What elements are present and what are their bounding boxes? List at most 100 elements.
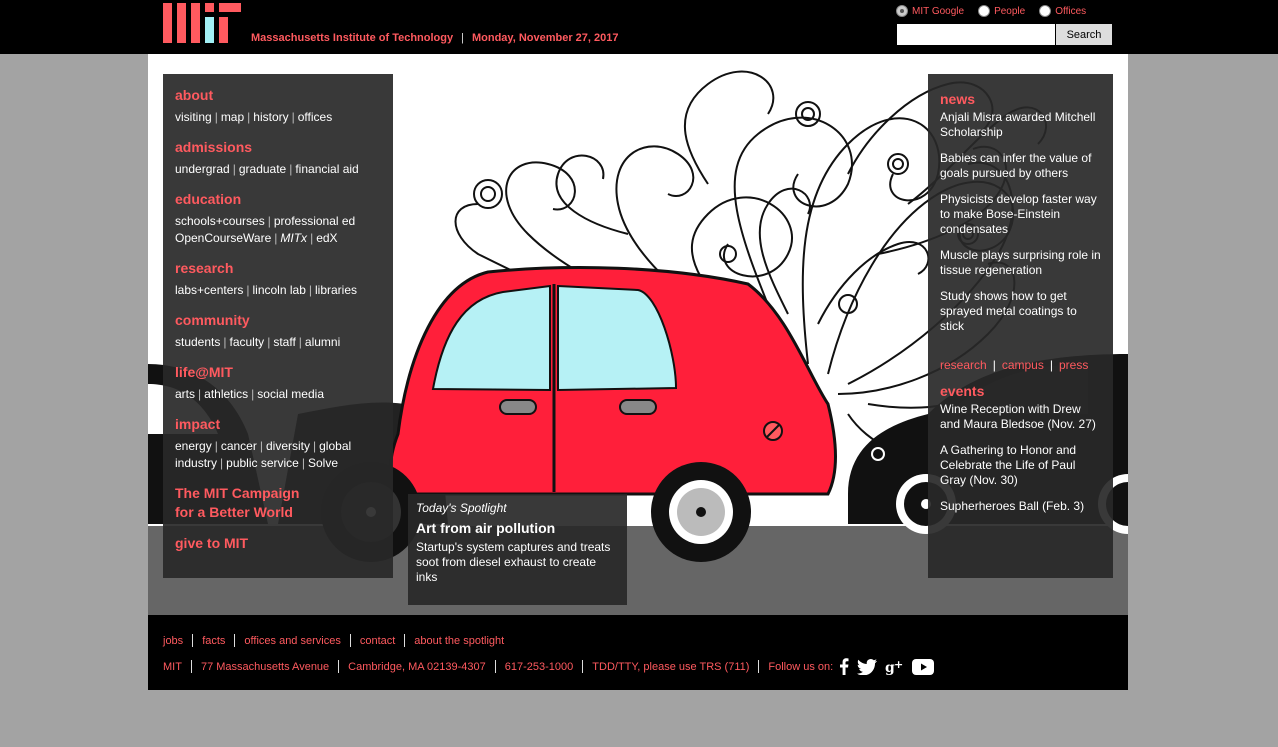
- nav-link-professional-ed[interactable]: professional ed: [274, 214, 355, 228]
- nav-link-staff[interactable]: staff: [273, 335, 295, 349]
- facebook-icon[interactable]: [839, 658, 849, 675]
- footer-follow-label: Follow us on:: [768, 660, 834, 673]
- nav-section-life-at-mit: life@MIT arts | athletics | social media: [175, 364, 324, 401]
- radio-people[interactable]: [978, 5, 991, 17]
- nav-link-lincoln-lab[interactable]: lincoln lab: [253, 283, 306, 297]
- spotlight-caption[interactable]: Today's Spotlight Art from air pollution…: [408, 494, 627, 605]
- news-item[interactable]: Babies can infer the value of goals purs…: [940, 151, 1101, 181]
- event-item[interactable]: A Gathering to Honor and Celebrate the L…: [940, 443, 1101, 488]
- news-link-press[interactable]: press: [1059, 358, 1088, 372]
- footer-link-facts[interactable]: facts: [202, 635, 225, 647]
- nav-admissions[interactable]: admissions: [175, 139, 252, 155]
- news-category-links: research | campus | press: [940, 358, 1089, 372]
- nav-link-alumni[interactable]: alumni: [305, 335, 340, 349]
- spotlight-description: Startup's system captures and treats soo…: [416, 540, 611, 584]
- nav-link-energy[interactable]: energy: [175, 439, 212, 453]
- campaign-link[interactable]: The MIT Campaign for a Better World: [175, 484, 381, 522]
- twitter-icon[interactable]: [857, 658, 878, 675]
- footer-tdd: TDD/TTY, please use TRS (711): [592, 660, 750, 673]
- footer-link-about-spotlight[interactable]: about the spotlight: [414, 635, 504, 647]
- nav-life-at-mit[interactable]: life@MIT: [175, 364, 233, 380]
- search-scope-options: MIT Google People Offices: [896, 3, 1116, 19]
- current-date: Monday, November 27, 2017: [471, 32, 619, 44]
- news-events-panel: news Anjali Misra awarded Mitchell Schol…: [928, 74, 1113, 578]
- nav-about-links: visiting | map | history | offices: [175, 110, 333, 124]
- nav-link-faculty[interactable]: faculty: [230, 335, 265, 349]
- give-to-mit-link[interactable]: give to MIT: [175, 534, 381, 553]
- nav-link-offices[interactable]: offices: [298, 110, 332, 124]
- news-item[interactable]: Study shows how to get sprayed metal coa…: [940, 289, 1101, 334]
- search-button[interactable]: Search: [1056, 24, 1112, 45]
- footer-link-jobs[interactable]: jobs: [163, 635, 183, 647]
- nav-community[interactable]: community: [175, 312, 250, 328]
- nav-link-libraries[interactable]: libraries: [315, 283, 357, 297]
- top-header: Massachusetts Institute of Technology | Mo…: [0, 0, 1278, 54]
- nav-link-mitx[interactable]: MITx: [280, 231, 307, 245]
- nav-link-edx[interactable]: edX: [316, 231, 337, 245]
- nav-link-cancer[interactable]: cancer: [221, 439, 257, 453]
- footer-mit: MIT: [163, 660, 182, 673]
- radio-label-people: People: [994, 5, 1026, 17]
- nav-link-map[interactable]: map: [221, 110, 244, 124]
- nav-link-labs-centers[interactable]: labs+centers: [175, 283, 243, 297]
- google-plus-icon[interactable]: g +: [885, 659, 904, 675]
- footer-phone: 617-253-1000: [504, 660, 574, 673]
- search-input[interactable]: [897, 24, 1055, 45]
- nav-section-about: about visiting | map | history | offices: [175, 86, 381, 126]
- nav-link-public-service[interactable]: public service: [226, 456, 299, 470]
- nav-link-athletics[interactable]: athletics: [204, 387, 248, 401]
- campaign-line1: The MIT Campaign: [175, 485, 300, 501]
- event-item[interactable]: Supherheroes Ball (Feb. 3): [940, 499, 1101, 514]
- nav-link-graduate[interactable]: graduate: [239, 162, 286, 176]
- footer: jobs facts offices and services contact …: [148, 615, 1128, 690]
- left-navigation-panel: about visiting | map | history | offices admis…: [163, 74, 393, 578]
- institute-date-line: Massachusetts Institute of Technology | Mo…: [251, 32, 619, 44]
- news-link-campus[interactable]: campus: [1002, 358, 1044, 372]
- nav-link-social-media[interactable]: social media: [257, 387, 324, 401]
- nav-impact[interactable]: impact: [175, 416, 220, 432]
- nav-link-arts[interactable]: arts: [175, 387, 195, 401]
- social-links: g +: [839, 658, 935, 675]
- nav-research[interactable]: research: [175, 260, 233, 276]
- nav-link-industry[interactable]: industry: [175, 456, 217, 470]
- youtube-icon[interactable]: [912, 658, 935, 675]
- radio-offices[interactable]: [1039, 5, 1052, 17]
- mit-logo[interactable]: [163, 3, 241, 43]
- radio-mit-google[interactable]: [896, 5, 908, 17]
- nav-link-global[interactable]: global: [319, 439, 351, 453]
- nav-education[interactable]: education: [175, 191, 241, 207]
- footer-address[interactable]: 77 Massachusetts Avenue: [201, 661, 329, 673]
- radio-label-offices: Offices: [1055, 5, 1087, 17]
- news-item[interactable]: Physicists develop faster way to make Bo…: [940, 192, 1101, 237]
- events-heading[interactable]: events: [940, 383, 1101, 399]
- nav-link-undergrad[interactable]: undergrad: [175, 162, 230, 176]
- nav-section-impact: impact energy | cancer | diversity | global in…: [175, 416, 352, 470]
- footer-links: jobs facts offices and services contact …: [163, 634, 504, 647]
- institute-name-link[interactable]: Massachusetts Institute of Technology: [251, 32, 453, 44]
- news-heading[interactable]: news: [940, 91, 1101, 107]
- nav-link-opencourseware[interactable]: OpenCourseWare: [175, 231, 271, 245]
- footer-link-offices-services[interactable]: offices and services: [244, 635, 340, 647]
- footer-link-contact[interactable]: contact: [360, 635, 395, 647]
- nav-link-financial-aid[interactable]: financial aid: [295, 162, 358, 176]
- nav-link-visiting[interactable]: visiting: [175, 110, 212, 124]
- news-item[interactable]: Anjali Misra awarded Mitchell Scholarshi…: [940, 110, 1101, 140]
- nav-section-research: research labs+centers | lincoln lab | librar…: [175, 260, 358, 297]
- nav-link-schools-courses[interactable]: schools+courses: [175, 214, 265, 228]
- svg-text:+: +: [894, 659, 903, 671]
- nav-link-diversity[interactable]: diversity: [266, 439, 310, 453]
- news-item[interactable]: Muscle plays surprising role in tissue r…: [940, 248, 1101, 278]
- spotlight-title[interactable]: Art from air pollution: [416, 519, 619, 537]
- nav-link-solve[interactable]: Solve: [308, 456, 338, 470]
- news-link-research[interactable]: research: [940, 358, 987, 372]
- nav-about[interactable]: about: [175, 87, 213, 103]
- footer-contact-info: MIT 77 Massachusetts Avenue Cambridge, M…: [163, 658, 935, 675]
- event-item[interactable]: Wine Reception with Drew and Maura Bleds…: [940, 402, 1101, 432]
- nav-link-students[interactable]: students: [175, 335, 220, 349]
- nav-link-history[interactable]: history: [253, 110, 288, 124]
- footer-city: Cambridge, MA 02139-4307: [348, 660, 486, 673]
- campaign-line2: for a Better World: [175, 504, 293, 520]
- nav-section-community: community students | faculty | staff | alumni: [175, 312, 341, 349]
- spotlight-label: Today's Spotlight: [416, 501, 507, 515]
- radio-label-mit-google: MIT Google: [912, 5, 965, 17]
